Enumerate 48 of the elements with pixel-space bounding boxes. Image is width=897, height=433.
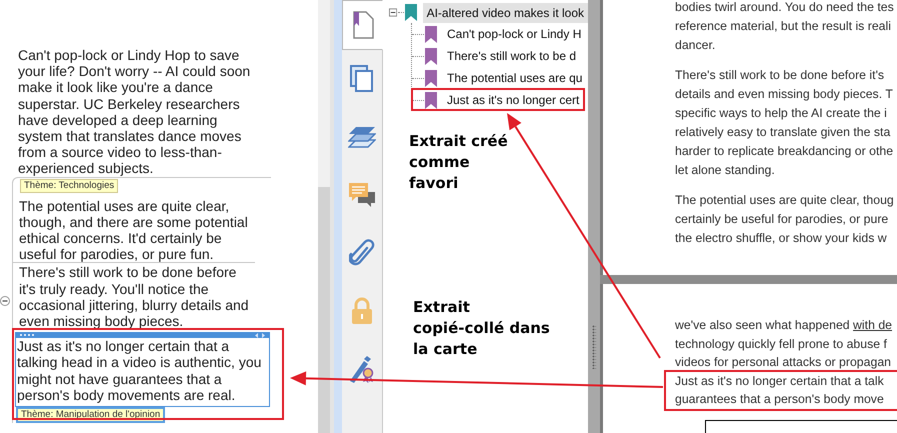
document-text: videos for personal attacks or propagan bbox=[675, 354, 892, 371]
bookmark-item[interactable]: There's still work to be d bbox=[443, 46, 580, 66]
document-text: reference material, but the result is reali bbox=[675, 18, 892, 35]
splitter-grip[interactable] bbox=[592, 324, 596, 368]
bookmark-item[interactable]: Can't pop-lock or Lindy H bbox=[443, 24, 586, 44]
scrollbar[interactable] bbox=[318, 0, 330, 433]
bookmark-item[interactable]: The potential uses are qu bbox=[443, 68, 586, 88]
comment-icon bbox=[348, 182, 376, 208]
document-text: dancer. bbox=[675, 37, 716, 54]
document-text: the electro shuffle, or show your kids w bbox=[675, 230, 888, 247]
topic-text[interactable]: There's still work to be done before it's truly ready. You'll notice the occasional jittering, blurry details and even missing body pieces. bbox=[13, 262, 255, 330]
document-text: The potential uses are quite clear, thoug bbox=[675, 192, 895, 209]
document-text: certainly be useful for parodies, or pure bbox=[675, 211, 890, 228]
annotation-text: Extrait créé comme favori bbox=[409, 131, 509, 194]
document-text: specific ways to help the AI create the i bbox=[675, 105, 888, 122]
bookmark-icon bbox=[425, 26, 437, 42]
document-text: we've also seen what happened with de bbox=[675, 317, 894, 334]
document-text: Just as it's no longer certain that a talk bbox=[675, 372, 885, 390]
document-text: guarantees that a person's body move bbox=[675, 391, 885, 408]
document-text: technology quickly fell prone to abuse f bbox=[675, 336, 888, 352]
collapse-icon[interactable] bbox=[0, 296, 10, 306]
bookmark-icon bbox=[404, 4, 417, 21]
collapse-icon[interactable] bbox=[389, 8, 398, 17]
bookmark-item[interactable]: Just as it's no longer cert bbox=[443, 90, 584, 110]
bookmark-icon bbox=[425, 48, 437, 64]
document-text: bodies twirl around. You do need the tes bbox=[675, 0, 895, 16]
link[interactable]: with de bbox=[853, 318, 892, 332]
document-text: There's still work to be done before it's bbox=[675, 67, 886, 84]
pages-icon bbox=[350, 65, 374, 93]
topic-text[interactable]: Can't pop-lock or Lindy Hop to save your life? Don't worry -- AI could soon make it look like you're a dance superstar. UC Berkeley researchers have developed a deep learning system that translates dance moves from a source video to less-than-experienced subjects. bbox=[12, 47, 254, 177]
bookmark-icon bbox=[425, 70, 437, 86]
document-text: relatively easy to translate given the sta bbox=[675, 124, 892, 141]
drag-handle-icon[interactable] bbox=[20, 334, 34, 336]
document-text: harder to replicate breakdancing or othe bbox=[675, 143, 894, 160]
padlock-icon bbox=[350, 297, 374, 325]
document-text: details and even missing body pieces. T bbox=[675, 86, 894, 103]
topic-text[interactable]: The potential uses are quite clear, though, and there are some potential ethical concerns. It'd certainly be useful for parodies, or pure fun. bbox=[13, 198, 255, 262]
document-text: let alone standing. bbox=[675, 162, 776, 179]
annotation-text: Extrait copié-collé dans la carte bbox=[413, 297, 551, 360]
layers-icon bbox=[348, 125, 376, 149]
theme-label[interactable]: Thème: Technologies bbox=[20, 178, 118, 193]
resize-handle-icon[interactable] bbox=[255, 332, 265, 338]
bookmark-item[interactable]: AI-altered video makes it look bbox=[422, 2, 588, 22]
sidebar-tab[interactable] bbox=[342, 0, 383, 50]
page-bookmark-icon bbox=[350, 11, 374, 39]
bookmark-icon bbox=[425, 92, 437, 108]
pen-ribbon-icon bbox=[348, 355, 376, 383]
paperclip-icon bbox=[349, 239, 375, 267]
